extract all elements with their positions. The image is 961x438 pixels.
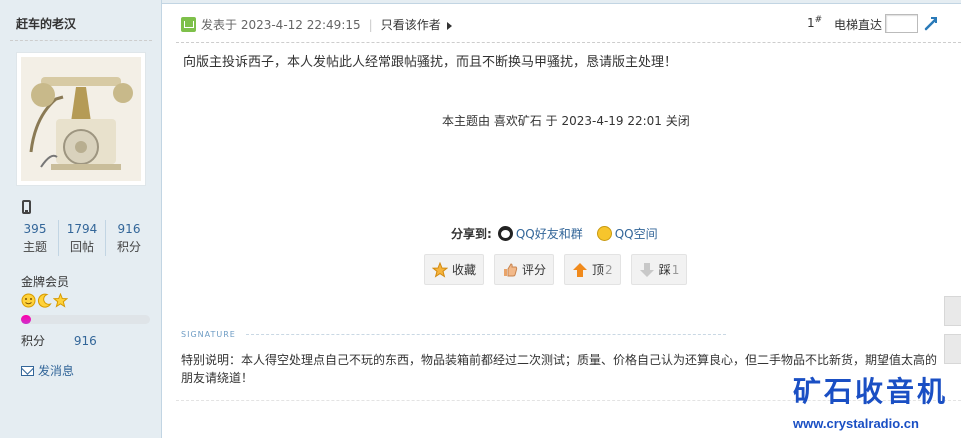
arrow-right-icon [446, 21, 452, 30]
site-watermark: 矿石收音机 www.crystalradio.cn [793, 376, 958, 433]
stat-value: 1794 [66, 222, 98, 236]
post-body: 向版主投诉西子，本人发帖此人经常跟帖骚扰，而且不断换马甲骚扰，恳请版主处理！ [183, 55, 678, 70]
header-divider [176, 42, 961, 43]
favorite-button[interactable]: 收藏 [424, 254, 485, 285]
stat-value: 395 [23, 222, 47, 236]
signature-divider [246, 334, 726, 335]
stat-label: 主题 [22, 240, 47, 254]
stat-replies[interactable]: 1794 回帖 [58, 220, 105, 256]
envelope-icon [21, 365, 34, 376]
signature-heading: SIGNATURE [181, 330, 236, 339]
author-name[interactable]: 赶车的老汉 [16, 15, 76, 32]
downvote-label: 踩 [658, 263, 671, 277]
mobile-icon [22, 200, 31, 214]
send-message-label: 发消息 [38, 364, 75, 378]
side-tab-top[interactable] [944, 296, 961, 326]
thread-closed-note: 本主题由 喜欢矿石 于 2023-4-19 22:01 关闭 [442, 114, 690, 128]
avatar[interactable] [16, 52, 146, 186]
share-qq-friends[interactable]: QQ好友和群 [497, 225, 583, 242]
favorite-label: 收藏 [452, 263, 477, 277]
avatar-image [21, 57, 141, 181]
arrow-down-icon [639, 262, 654, 277]
divider [10, 40, 152, 41]
upvote-count: 2 [605, 262, 613, 277]
star-icon [432, 261, 448, 278]
send-message-link[interactable]: 发消息 [21, 362, 74, 379]
upvote-button[interactable]: 顶2 [564, 254, 621, 285]
post-date: 发表于 2023-4-12 22:49:15 [201, 18, 361, 32]
post-header: 发表于 2023-4-12 22:49:15 | 只看该作者 [181, 16, 452, 33]
share-bar: 分享到: QQ好友和群 QQ空间 [451, 225, 672, 242]
rank-icons [21, 293, 68, 308]
credit-value: 916 [73, 334, 97, 348]
star-icon [53, 293, 68, 308]
stat-value: 916 [117, 222, 141, 236]
author-sidebar: 赶车的老汉 395 主题 1794 回帖 916 积分 金牌会员 积分 916 … [0, 0, 162, 438]
floor-mark: # [814, 15, 823, 25]
sun-icon [21, 293, 36, 308]
credit-label: 积分 [21, 334, 46, 348]
only-author-label: 只看该作者 [380, 18, 441, 32]
stat-threads[interactable]: 395 主题 [12, 220, 58, 256]
stat-label: 积分 [116, 240, 141, 254]
share-item-label: QQ空间 [614, 227, 658, 241]
share-item-label: QQ好友和群 [515, 227, 583, 241]
stat-label: 回帖 [69, 240, 94, 254]
watermark-title: 矿石收音机 [793, 375, 949, 408]
qzone-icon [596, 226, 612, 241]
share-label: 分享到: [451, 227, 492, 241]
upvote-label: 顶 [592, 263, 605, 277]
share-qzone[interactable]: QQ空间 [596, 225, 658, 242]
thumbs-up-icon [504, 262, 518, 276]
arrow-up-icon [573, 262, 588, 277]
floor-value: 1 [807, 16, 815, 30]
credit-row: 积分 916 [21, 332, 97, 349]
qq-icon [497, 226, 513, 241]
rate-button[interactable]: 评分 [494, 254, 555, 285]
rate-label: 评分 [522, 263, 547, 277]
level-progress-fill [21, 315, 32, 324]
stat-credits[interactable]: 916 积分 [105, 220, 152, 256]
only-author-link[interactable]: 只看该作者 [381, 16, 452, 33]
moon-icon [37, 293, 52, 308]
rank-title[interactable]: 金牌会员 [21, 273, 69, 290]
side-tab-middle[interactable] [944, 334, 961, 364]
go-floor-icon[interactable] [923, 15, 939, 31]
separator: | [368, 17, 373, 32]
level-progress-bar [21, 315, 150, 324]
downvote-count: 1 [671, 262, 680, 277]
downvote-button[interactable]: 踩1 [630, 254, 688, 285]
watermark-url: www.crystalradio.cn [793, 416, 919, 431]
elevator-floor-input[interactable] [885, 14, 918, 33]
online-status-icon [181, 17, 196, 32]
post-actions: 收藏 评分 顶2 踩1 [424, 254, 688, 285]
author-stats: 395 主题 1794 回帖 916 积分 [12, 220, 152, 256]
elevator-label: 电梯直达 [834, 18, 883, 32]
floor-number[interactable]: 1# [807, 15, 822, 30]
